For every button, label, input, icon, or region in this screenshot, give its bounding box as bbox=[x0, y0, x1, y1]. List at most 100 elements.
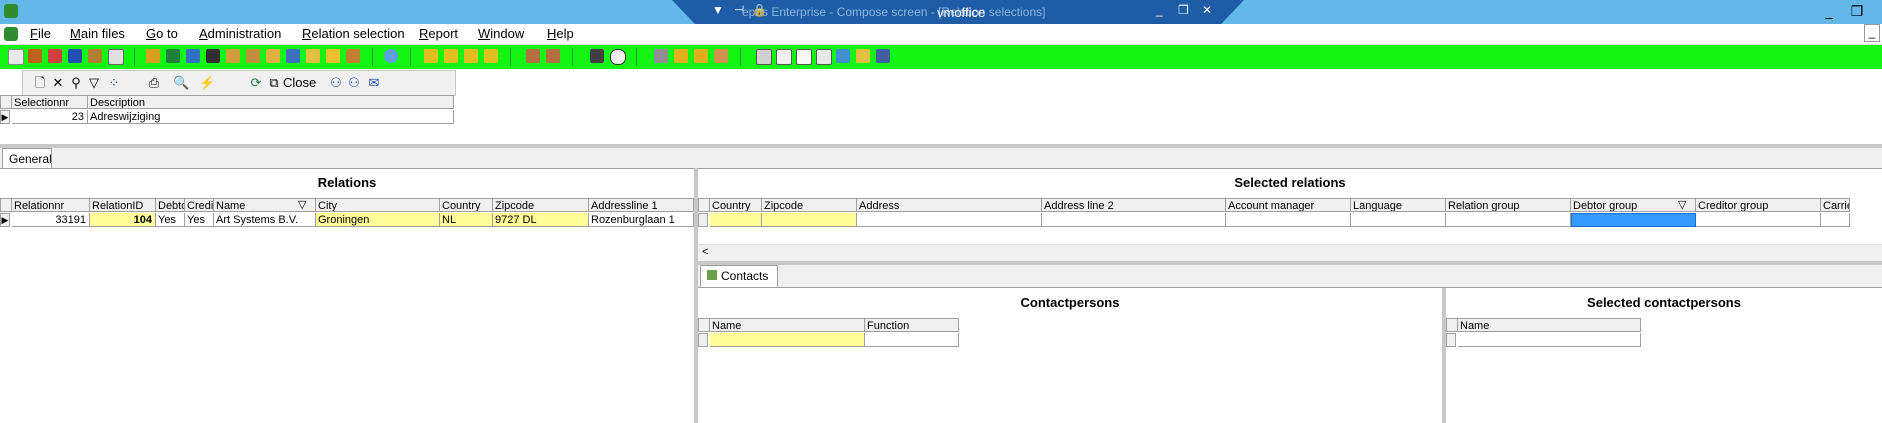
printer-icon[interactable] bbox=[756, 49, 772, 65]
cart-icon[interactable] bbox=[654, 49, 668, 63]
horizontal-scrollbar[interactable]: < bbox=[698, 244, 1882, 261]
header-language[interactable]: Language bbox=[1351, 198, 1446, 212]
handshake-icon[interactable] bbox=[714, 49, 728, 63]
header-address[interactable]: Address bbox=[857, 198, 1042, 212]
action-icon[interactable]: ⚡ bbox=[199, 75, 215, 91]
relations-icon[interactable]: ⚇ bbox=[329, 75, 343, 91]
name-cell[interactable]: Art Systems B.V. bbox=[214, 213, 316, 227]
menu-window[interactable]: Window bbox=[478, 25, 524, 43]
tab-general[interactable]: General bbox=[2, 148, 52, 168]
mail-send-icon[interactable] bbox=[816, 49, 832, 65]
print-preview-icon[interactable]: 🔍 bbox=[173, 75, 189, 91]
group-icon[interactable]: ⁘ bbox=[107, 75, 121, 91]
forklift-2-icon[interactable] bbox=[444, 49, 458, 63]
minimize-session-icon[interactable]: _ bbox=[1156, 3, 1163, 17]
menu-relation-selection[interactable]: Relation selection bbox=[302, 25, 405, 43]
header-creditor[interactable]: Credi bbox=[185, 198, 214, 212]
filter-icon[interactable]: ▽ bbox=[1678, 198, 1686, 211]
close-session-icon[interactable]: ✕ bbox=[1202, 3, 1212, 17]
wrench-icon[interactable] bbox=[856, 49, 870, 63]
header-relationid[interactable]: RelationID bbox=[90, 198, 156, 212]
debtor-group-cell[interactable] bbox=[1571, 213, 1696, 227]
country-cell[interactable] bbox=[710, 213, 762, 227]
row-indicator[interactable]: ▶ bbox=[0, 110, 10, 124]
relationid-cell[interactable]: 104 bbox=[90, 213, 156, 227]
filter-icon[interactable]: ▽ bbox=[87, 75, 101, 91]
refresh-icon[interactable]: ⟳ bbox=[249, 75, 263, 91]
scroll-left-button[interactable]: < bbox=[702, 246, 708, 258]
row-indicator[interactable] bbox=[698, 333, 708, 347]
export-icon[interactable] bbox=[776, 49, 792, 65]
zipcode-cell[interactable] bbox=[762, 213, 857, 227]
new-doc-icon[interactable] bbox=[8, 49, 24, 65]
search-icon[interactable]: ⚲ bbox=[69, 75, 83, 91]
name-cell[interactable] bbox=[1458, 333, 1641, 347]
city-cell[interactable]: Groningen bbox=[316, 213, 440, 227]
users-icon[interactable] bbox=[88, 49, 102, 63]
people-icon[interactable] bbox=[48, 49, 62, 63]
addressline1-cell[interactable]: Rozenburglaan 1 bbox=[589, 213, 694, 227]
close-window-icon[interactable]: ⧉ bbox=[267, 75, 281, 91]
filter-icon[interactable]: ▽ bbox=[298, 198, 306, 211]
print-icon[interactable]: ⎙ bbox=[147, 75, 161, 91]
account-manager-cell[interactable] bbox=[1226, 213, 1351, 227]
clock-icon[interactable] bbox=[610, 49, 626, 65]
mail-merge-icon[interactable]: ✉ bbox=[367, 75, 381, 91]
header-address-line-2[interactable]: Address line 2 bbox=[1042, 198, 1226, 212]
header-carrier[interactable]: Carrie bbox=[1821, 198, 1850, 212]
row-indicator[interactable]: ▶ bbox=[0, 213, 10, 227]
header-relationnr[interactable]: Relationnr bbox=[12, 198, 90, 212]
header-debtor[interactable]: Debto bbox=[156, 198, 185, 212]
debtor-cell[interactable]: Yes bbox=[156, 213, 185, 227]
header-account-manager[interactable]: Account manager bbox=[1226, 198, 1351, 212]
address-line-2-cell[interactable] bbox=[1042, 213, 1226, 227]
table-icon[interactable] bbox=[186, 49, 200, 63]
selectionnr-cell[interactable]: 23 bbox=[12, 110, 88, 124]
coins-icon[interactable] bbox=[674, 49, 688, 63]
language-cell[interactable] bbox=[1351, 213, 1446, 227]
chart-icon[interactable] bbox=[166, 49, 180, 63]
name-cell[interactable] bbox=[710, 333, 865, 347]
creditor-cell[interactable]: Yes bbox=[185, 213, 214, 227]
menu-administration[interactable]: Administration bbox=[199, 25, 281, 43]
app-restore-button[interactable]: ❐ bbox=[1846, 2, 1868, 20]
row-indicator[interactable] bbox=[698, 213, 708, 227]
settings-icon[interactable] bbox=[836, 49, 850, 63]
country-cell[interactable]: NL bbox=[440, 213, 493, 227]
schedule-icon[interactable] bbox=[590, 49, 604, 63]
menu-go-to[interactable]: Go to bbox=[146, 25, 178, 43]
certificate-icon[interactable] bbox=[246, 49, 260, 63]
header-name[interactable]: Name bbox=[1458, 318, 1641, 332]
forklift-3-icon[interactable] bbox=[464, 49, 478, 63]
row-indicator[interactable] bbox=[1446, 333, 1456, 347]
menu-main-files[interactable]: Main files bbox=[70, 25, 125, 43]
header-function[interactable]: Function bbox=[865, 318, 959, 332]
header-creditor-group[interactable]: Creditor group bbox=[1696, 198, 1821, 212]
header-name[interactable]: Name bbox=[710, 318, 865, 332]
relationnr-cell[interactable]: 33191 bbox=[12, 213, 90, 227]
menu-report[interactable]: Report bbox=[419, 25, 458, 43]
header-city[interactable]: City bbox=[316, 198, 440, 212]
contacts-icon[interactable]: ⚇ bbox=[347, 75, 361, 91]
boxes-icon[interactable] bbox=[526, 49, 540, 63]
header-country[interactable]: Country bbox=[710, 198, 762, 212]
approve-icon[interactable] bbox=[266, 49, 280, 63]
document-minimize-button[interactable]: _ bbox=[1864, 24, 1880, 42]
header-addressline1[interactable]: Addressline 1 bbox=[589, 198, 694, 212]
menu-file[interactable]: File bbox=[30, 25, 51, 43]
list-icon[interactable] bbox=[206, 49, 220, 63]
header-zipcode[interactable]: Zipcode bbox=[493, 198, 589, 212]
address-cell[interactable] bbox=[857, 213, 1042, 227]
folder-icon[interactable] bbox=[326, 49, 340, 63]
header-description[interactable]: Description bbox=[88, 95, 454, 109]
package-icon[interactable] bbox=[346, 49, 360, 63]
clipboard-icon[interactable] bbox=[146, 49, 160, 63]
dropdown-icon[interactable]: ▼ bbox=[712, 3, 724, 17]
boxes-2-icon[interactable] bbox=[546, 49, 560, 63]
truck-icon[interactable] bbox=[28, 49, 42, 63]
description-cell[interactable]: Adreswijziging bbox=[88, 110, 454, 124]
edit-icon[interactable] bbox=[306, 49, 320, 63]
coins-2-icon[interactable] bbox=[694, 49, 708, 63]
delete-icon[interactable]: ✕ bbox=[51, 75, 65, 91]
globe-icon[interactable] bbox=[384, 49, 398, 63]
